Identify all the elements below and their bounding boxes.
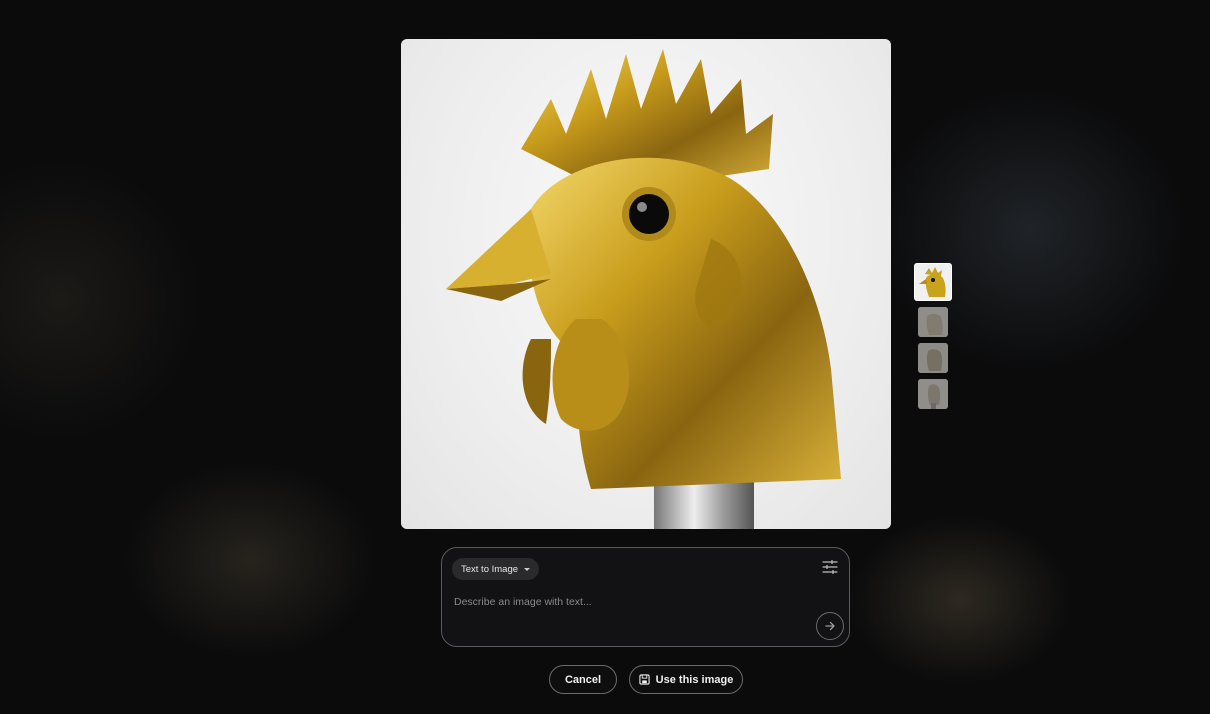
- use-this-image-label: Use this image: [655, 673, 734, 686]
- save-icon: [639, 674, 650, 685]
- chevron-down-icon: [524, 567, 531, 571]
- action-bar: Cancel Use this image: [0, 665, 1210, 695]
- mode-dropdown[interactable]: Text to Image: [452, 558, 540, 580]
- mode-label: Text to Image: [461, 563, 519, 575]
- thumbnail-4[interactable]: [918, 379, 948, 409]
- thumbnail-strip: [914, 263, 952, 409]
- prompt-input[interactable]: [452, 592, 796, 612]
- send-button[interactable]: [816, 612, 844, 640]
- thumbnail-1[interactable]: [914, 263, 952, 301]
- prompt-composer: Text to Image: [441, 547, 850, 647]
- cancel-label: Cancel: [564, 673, 602, 686]
- sliders-icon[interactable]: [821, 559, 839, 575]
- arrow-right-icon: [825, 621, 835, 631]
- cancel-button[interactable]: Cancel: [549, 665, 617, 694]
- use-this-image-button[interactable]: Use this image: [629, 665, 743, 694]
- golden-rooster-image: [446, 49, 841, 529]
- thumbnail-2[interactable]: [918, 307, 948, 337]
- generated-image: [401, 39, 891, 529]
- thumbnail-3[interactable]: [918, 343, 948, 373]
